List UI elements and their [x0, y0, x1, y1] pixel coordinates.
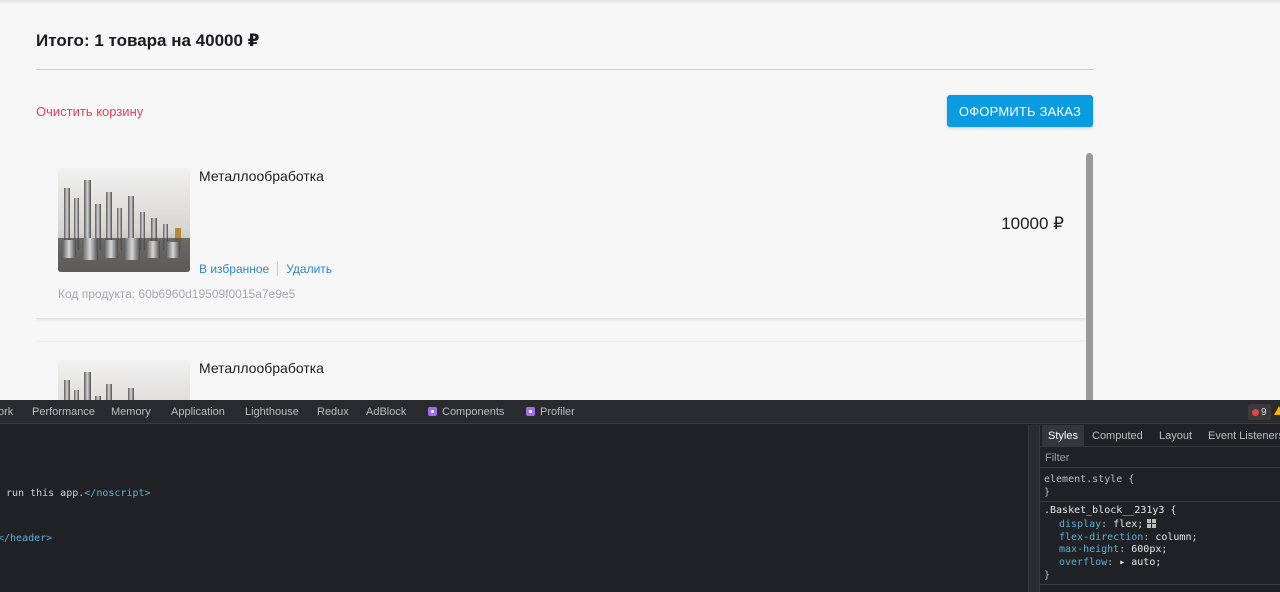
code-line: run this app.</noscript> [6, 488, 151, 499]
css-selector[interactable]: .Basket_block__231y3 { [1044, 505, 1176, 516]
product-name[interactable]: Металлообработка [199, 360, 324, 376]
rule-divider [1040, 501, 1280, 502]
tab-computed[interactable]: Computed [1092, 430, 1143, 442]
code-line: </header> [0, 533, 52, 544]
tab-components-label: Components [442, 406, 505, 418]
tab-performance[interactable]: Performance [32, 406, 95, 418]
devtools-tabbar: ork Performance Memory Application Light… [0, 400, 1280, 424]
tab-lighthouse[interactable]: Lighthouse [245, 406, 299, 418]
product-image[interactable] [58, 168, 190, 272]
css-property[interactable]: flex-direction: column; [1059, 532, 1198, 543]
property-value: ▸ auto; [1119, 557, 1162, 568]
tab-adblock[interactable]: AdBlock [366, 406, 406, 418]
filter-input[interactable] [1045, 451, 1245, 465]
styles-pane: Styles Computed Layout Event Listeners e… [1040, 425, 1280, 592]
delete-item-link[interactable]: Удалить [286, 262, 332, 276]
css-property[interactable]: overflow: ▸ auto; [1059, 557, 1161, 568]
error-count: 9 [1261, 406, 1267, 418]
tab-components[interactable]: Components [428, 406, 504, 418]
tab-application[interactable]: Application [171, 406, 225, 418]
rule-close-brace: } [1044, 487, 1051, 498]
summary-divider [36, 69, 1094, 70]
elements-tree[interactable]: run this app.</noscript> </header> [0, 425, 1028, 592]
product-code: Код продукта: 60b6960d19509f0015a7e9e5 [58, 287, 296, 301]
property-value: column; [1155, 532, 1198, 543]
rule-divider [1040, 584, 1280, 585]
basket-page: Итого: 1 товара на 40000 ₽ Очистить корз… [0, 0, 1280, 400]
actions-separator [277, 261, 279, 276]
property-name: flex-direction [1059, 532, 1144, 543]
code-tag: </noscript> [84, 488, 151, 499]
code-tag: </header> [0, 533, 53, 544]
list-scrollbar[interactable] [1086, 153, 1093, 400]
basket-item: Металлообработка 10000 ₽ В избранное Уда… [36, 150, 1086, 318]
warning-icon[interactable] [1274, 406, 1280, 415]
property-value: flex; [1113, 519, 1144, 530]
tab-memory[interactable]: Memory [111, 406, 151, 418]
css-property[interactable]: display: flex; [1059, 519, 1157, 530]
property-name: overflow [1059, 557, 1108, 568]
property-value: 600px; [1131, 544, 1168, 555]
react-icon [428, 407, 437, 416]
clear-basket-link[interactable]: Очистить корзину [36, 104, 143, 119]
panel-resizer[interactable] [1028, 425, 1040, 592]
react-icon [526, 407, 535, 416]
code-text: run this app. [6, 488, 85, 499]
checkout-button[interactable]: ОФОРМИТЬ ЗАКАЗ [947, 95, 1093, 127]
error-badge[interactable]: 9 [1248, 404, 1271, 420]
tab-profiler[interactable]: Profiler [526, 406, 575, 418]
add-to-favorites-link[interactable]: В избранное [199, 262, 269, 276]
product-actions: В избранное Удалить [199, 261, 332, 276]
product-price: 10000 ₽ [1001, 214, 1064, 233]
basket-items-list[interactable]: Металлообработка 10000 ₽ В избранное Уда… [36, 150, 1094, 400]
property-name: display [1059, 519, 1102, 530]
devtools-panel: ork Performance Memory Application Light… [0, 400, 1280, 592]
flexbox-editor-icon[interactable] [1147, 519, 1157, 528]
property-name: max-height [1059, 544, 1120, 555]
rule-close-brace: } [1044, 570, 1051, 581]
tab-redux[interactable]: Redux [317, 406, 349, 418]
product-image[interactable] [58, 360, 190, 400]
tab-event-listeners[interactable]: Event Listeners [1208, 430, 1280, 442]
header-shadow [0, 0, 1280, 4]
basket-summary: Итого: 1 товара на 40000 ₽ [36, 31, 260, 50]
tab-profiler-label: Profiler [540, 406, 575, 418]
selector-text: .Basket_block__231y3 { [1044, 505, 1177, 516]
tab-styles[interactable]: Styles [1042, 425, 1084, 447]
tab-layout[interactable]: Layout [1159, 430, 1192, 442]
styles-filter [1040, 448, 1280, 468]
element-style-rule[interactable]: element.style { [1044, 474, 1134, 485]
basket-item: Металлообработка [36, 342, 1086, 400]
error-icon [1252, 408, 1259, 416]
product-name[interactable]: Металлообработка [199, 168, 324, 184]
css-property[interactable]: max-height: 600px; [1059, 544, 1167, 555]
styles-tabbar: Styles Computed Layout Event Listeners [1040, 425, 1280, 447]
tab-network[interactable]: ork [0, 406, 13, 418]
